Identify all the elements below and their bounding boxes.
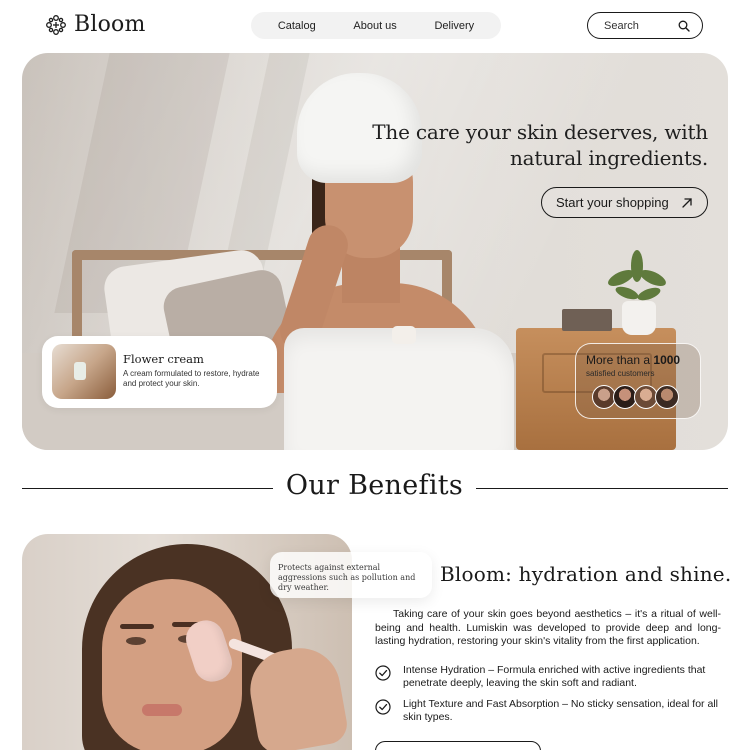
site-header: Bloom Catalog About us Delivery (0, 0, 750, 52)
model-lips (142, 704, 182, 716)
customers-label: satisfied customers (586, 369, 655, 378)
check-circle-icon (375, 665, 391, 681)
customers-count: 1000 (653, 353, 681, 367)
start-shopping-label: Start your shopping (556, 195, 669, 210)
product-thumbnail (52, 344, 116, 399)
feature-item: Intense Hydration – Formula enriched wit… (375, 664, 721, 689)
benefits-button[interactable] (375, 741, 541, 750)
check-circle-icon (375, 699, 391, 715)
start-shopping-button[interactable]: Start your shopping (541, 187, 708, 218)
body-towel (284, 328, 514, 450)
divider (476, 488, 728, 489)
arrow-up-right-icon (682, 197, 692, 208)
search-box[interactable] (587, 12, 703, 39)
customers-prefix: More than a (586, 353, 651, 367)
product-description: A cream formulated to restore, hydrate a… (123, 369, 260, 388)
customers-badge: More than a 1000 satisfied customers (575, 343, 701, 419)
product-name: Flower cream (123, 352, 204, 366)
brand-logo[interactable]: Bloom (44, 12, 146, 37)
model-eye (126, 637, 146, 645)
nav-item-catalog[interactable]: Catalog (278, 20, 316, 32)
model-eyebrow (120, 624, 154, 629)
avatar (655, 385, 679, 409)
hero-banner: The care your skin deserves, with natura… (22, 53, 728, 450)
brand-name: Bloom (74, 12, 146, 37)
benefits-title: Our Benefits (285, 470, 464, 501)
section-title: Bloom: hydration and shine. (440, 562, 732, 586)
benefits-heading: Our Benefits (0, 470, 750, 508)
customer-avatars (592, 385, 679, 409)
main-nav: Catalog About us Delivery (251, 12, 501, 39)
nav-item-delivery[interactable]: Delivery (434, 20, 474, 32)
feature-text: Intense Hydration – Formula enriched wit… (403, 664, 706, 689)
books (562, 309, 612, 331)
search-input[interactable] (604, 19, 668, 32)
feature-item: Light Texture and Fast Absorption – No s… (375, 698, 721, 723)
product-card[interactable]: Flower cream A cream formulated to resto… (42, 336, 277, 408)
feature-text: Light Texture and Fast Absorption – No s… (403, 698, 718, 723)
search-icon[interactable] (678, 20, 690, 32)
benefit-tooltip: Protects against external aggressions su… (270, 552, 432, 598)
cream-jar (392, 326, 416, 344)
hero-title: The care your skin deserves, with natura… (372, 120, 708, 170)
section-body: Taking care of your skin goes beyond aes… (375, 608, 721, 647)
divider (22, 488, 273, 489)
flower-logo-icon (46, 14, 66, 35)
customers-count-line: More than a 1000 (586, 353, 680, 367)
plant-pot (622, 301, 656, 335)
nav-item-about-us[interactable]: About us (353, 20, 396, 32)
